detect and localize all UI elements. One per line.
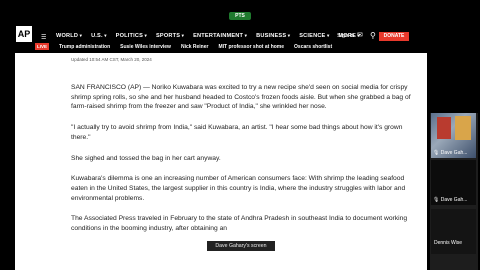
participant-name: 🎙 Dave Gah...	[433, 150, 468, 156]
sign-in-link[interactable]: Sign In	[337, 33, 354, 39]
article-body: SAN FRANCISCO (AP) — Noriko Kuwabara was…	[71, 83, 416, 245]
mail-icon[interactable]: ✉	[357, 31, 367, 39]
trending-link[interactable]: Nick Reiner	[181, 44, 209, 50]
bookshelf-image	[437, 117, 451, 139]
nav-us[interactable]: U.S.	[91, 33, 107, 39]
trending-link[interactable]: Susie Wiles interview	[120, 44, 171, 50]
nav-politics[interactable]: POLITICS	[116, 33, 147, 39]
trending-bar: LIVE Trump administration Susie Wiles in…	[35, 43, 332, 50]
participant-tile[interactable]	[431, 209, 476, 254]
article-paragraph: The Associated Press traveled in Februar…	[71, 215, 408, 233]
screen-share-caption: Dave Gahary's screen	[207, 241, 275, 251]
article-paragraph: Kuwabara's dilemma is one an increasing …	[71, 175, 406, 202]
article-paragraph: "I actually try to avoid shrimp from Ind…	[71, 124, 403, 141]
bookshelf-image	[455, 116, 471, 140]
donate-button[interactable]: DONATE	[379, 32, 409, 41]
channel-logo: PTS	[229, 12, 251, 20]
site-header: AP ☰ WORLD U.S. POLITICS SPORTS ENTERTAI…	[15, 22, 427, 53]
nav-science[interactable]: SCIENCE	[299, 33, 329, 39]
participant-tile[interactable]: 🎙 Dave Gah...	[431, 113, 476, 158]
search-icon[interactable]: ⚲	[370, 31, 376, 40]
trending-link[interactable]: Trump administration	[59, 44, 110, 50]
meeting-topbar: PTS	[0, 0, 480, 22]
trending-link[interactable]: MIT professor shot at home	[218, 44, 284, 50]
participant-name: 🎙 Dave Gah...	[433, 197, 468, 203]
participant-name: Dennis Wise	[434, 240, 463, 246]
article-paragraph: She sighed and tossed the bag in her car…	[71, 154, 221, 162]
main-nav: WORLD U.S. POLITICS SPORTS ENTERTAINMENT…	[56, 33, 360, 39]
nav-entertainment[interactable]: ENTERTAINMENT	[193, 33, 247, 39]
nav-world[interactable]: WORLD	[56, 33, 82, 39]
trending-link[interactable]: Oscars shortlist	[294, 44, 332, 50]
hamburger-menu-icon[interactable]: ☰	[41, 34, 46, 41]
nav-sports[interactable]: SPORTS	[156, 33, 184, 39]
updated-timestamp: Updated 10:54 AM CST, March 20, 2024	[71, 57, 152, 62]
nav-business[interactable]: BUSINESS	[256, 33, 290, 39]
live-badge[interactable]: LIVE	[35, 43, 50, 50]
ap-logo[interactable]: AP	[16, 26, 32, 42]
article-paragraph: SAN FRANCISCO (AP) — Noriko Kuwabara was…	[71, 84, 411, 111]
participant-tile[interactable]: 🎙 Dave Gah...	[431, 160, 476, 205]
shared-screen: AP ☰ WORLD U.S. POLITICS SPORTS ENTERTAI…	[15, 22, 427, 270]
